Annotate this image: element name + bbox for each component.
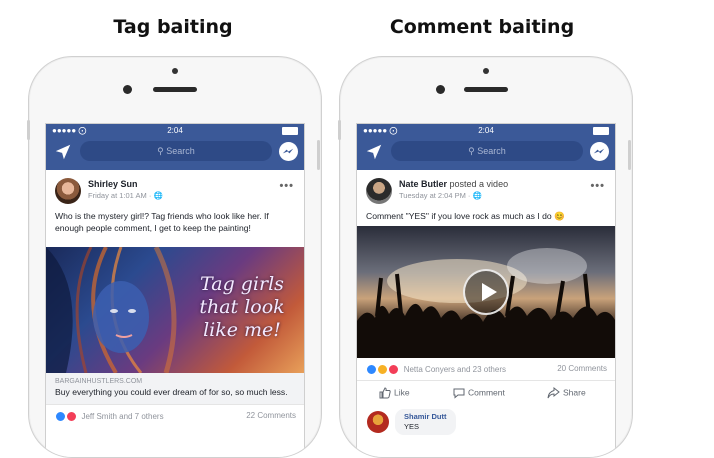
messenger-icon[interactable] <box>590 142 609 161</box>
avatar[interactable] <box>366 178 392 204</box>
search-input[interactable]: ⚲ Search <box>80 141 272 161</box>
post-video[interactable] <box>357 226 615 358</box>
send-icon[interactable] <box>365 143 383 161</box>
love-reaction-icon <box>388 364 400 375</box>
proximity-sensor <box>436 85 445 94</box>
phone-side-button <box>27 120 30 140</box>
haha-reaction-icon <box>377 364 389 375</box>
post-timestamp: Friday at 1:01 AM · 🌐 <box>88 191 163 200</box>
globe-icon: 🌐 <box>472 191 482 200</box>
search-placeholder: Search <box>166 146 195 156</box>
messenger-icon[interactable] <box>279 142 298 161</box>
battery-icon <box>593 127 609 135</box>
link-title: Buy everything you could ever dream of f… <box>55 387 288 397</box>
post-header: Nate Butler posted a video Tuesday at 2:… <box>357 170 615 206</box>
search-icon: ⚲ <box>157 146 164 156</box>
love-reaction-icon <box>66 411 78 422</box>
search-placeholder: Search <box>477 146 506 156</box>
facebook-header: ●●●●● ⨀ 2:04 ⚲ Search <box>357 124 615 170</box>
comment-icon <box>453 388 465 399</box>
speaker <box>464 87 508 92</box>
reactions-summary[interactable]: Jeff Smith and 7 others 22 Comments <box>46 405 304 427</box>
post-text: Who is the mystery girl!? Tag friends wh… <box>55 211 269 233</box>
comment-button[interactable]: Comment <box>453 387 505 399</box>
image-caption: Tag girls that look like me! <box>199 273 285 341</box>
comment: Shamir Dutt YES <box>357 405 615 435</box>
commenter-avatar[interactable] <box>367 411 389 433</box>
reactions-text: Netta Conyers and 23 others <box>403 364 506 374</box>
search-icon: ⚲ <box>468 146 475 156</box>
globe-icon: 🌐 <box>153 191 163 200</box>
phone-side-button <box>628 140 631 170</box>
reactions-summary[interactable]: Netta Conyers and 23 others 20 Comments <box>357 358 615 380</box>
avatar[interactable] <box>55 178 81 204</box>
play-icon[interactable] <box>463 269 509 315</box>
phone-left: ●●●●● ⨀ 2:04 ⚲ Search Shirley Sun Friday… <box>28 56 322 458</box>
commenter-name[interactable]: Shamir Dutt <box>404 412 447 422</box>
camera <box>483 68 489 74</box>
like-reaction-icon <box>366 364 377 375</box>
proximity-sensor <box>123 85 132 94</box>
status-bar: ●●●●● ⨀ 2:04 <box>46 124 304 138</box>
more-options-icon[interactable]: ••• <box>590 180 605 192</box>
phone-side-button <box>338 120 341 140</box>
author-name[interactable]: Shirley Sun <box>88 179 138 189</box>
comments-count[interactable]: 20 Comments <box>557 364 607 373</box>
like-button[interactable]: Like <box>379 387 410 399</box>
share-button[interactable]: Share <box>547 386 586 399</box>
comment-bubble[interactable]: Shamir Dutt YES <box>395 409 456 435</box>
status-bar: ●●●●● ⨀ 2:04 <box>357 124 615 138</box>
heading-tag-baiting: Tag baiting <box>113 16 233 38</box>
camera <box>172 68 178 74</box>
speaker <box>153 87 197 92</box>
link-preview[interactable]: BARGAINHUSTLERS.COM Buy everything you c… <box>46 373 304 405</box>
link-url: BARGAINHUSTLERS.COM <box>55 378 143 385</box>
status-time: 2:04 <box>478 126 494 135</box>
search-input[interactable]: ⚲ Search <box>391 141 583 161</box>
screen-left: ●●●●● ⨀ 2:04 ⚲ Search Shirley Sun Friday… <box>45 123 305 457</box>
send-icon[interactable] <box>54 143 72 161</box>
phone-side-button <box>317 140 320 170</box>
more-options-icon[interactable]: ••• <box>279 180 294 192</box>
like-icon <box>379 387 391 399</box>
battery-icon <box>282 127 298 135</box>
facebook-header: ●●●●● ⨀ 2:04 ⚲ Search <box>46 124 304 170</box>
like-reaction-icon <box>55 411 66 422</box>
post-text: Comment "YES" if you love rock as much a… <box>366 211 565 221</box>
author-name[interactable]: Nate Butler posted a video <box>399 179 508 189</box>
screen-right: ●●●●● ⨀ 2:04 ⚲ Search Nate Butler posted… <box>356 123 616 457</box>
post-image[interactable]: Tag girls that look like me! <box>46 247 304 373</box>
post-actions: Like Comment Share <box>357 380 615 405</box>
share-icon <box>547 386 560 399</box>
comments-count[interactable]: 22 Comments <box>246 411 296 420</box>
reactions-text: Jeff Smith and 7 others <box>81 411 164 421</box>
author-action: posted a video <box>449 179 509 189</box>
phone-right: ●●●●● ⨀ 2:04 ⚲ Search Nate Butler posted… <box>339 56 633 458</box>
status-time: 2:04 <box>167 126 183 135</box>
post-timestamp: Tuesday at 2:04 PM · 🌐 <box>399 191 482 200</box>
heading-comment-baiting: Comment baiting <box>389 16 575 38</box>
post-header: Shirley Sun Friday at 1:01 AM · 🌐 ••• <box>46 170 304 206</box>
comment-text: YES <box>404 422 420 431</box>
